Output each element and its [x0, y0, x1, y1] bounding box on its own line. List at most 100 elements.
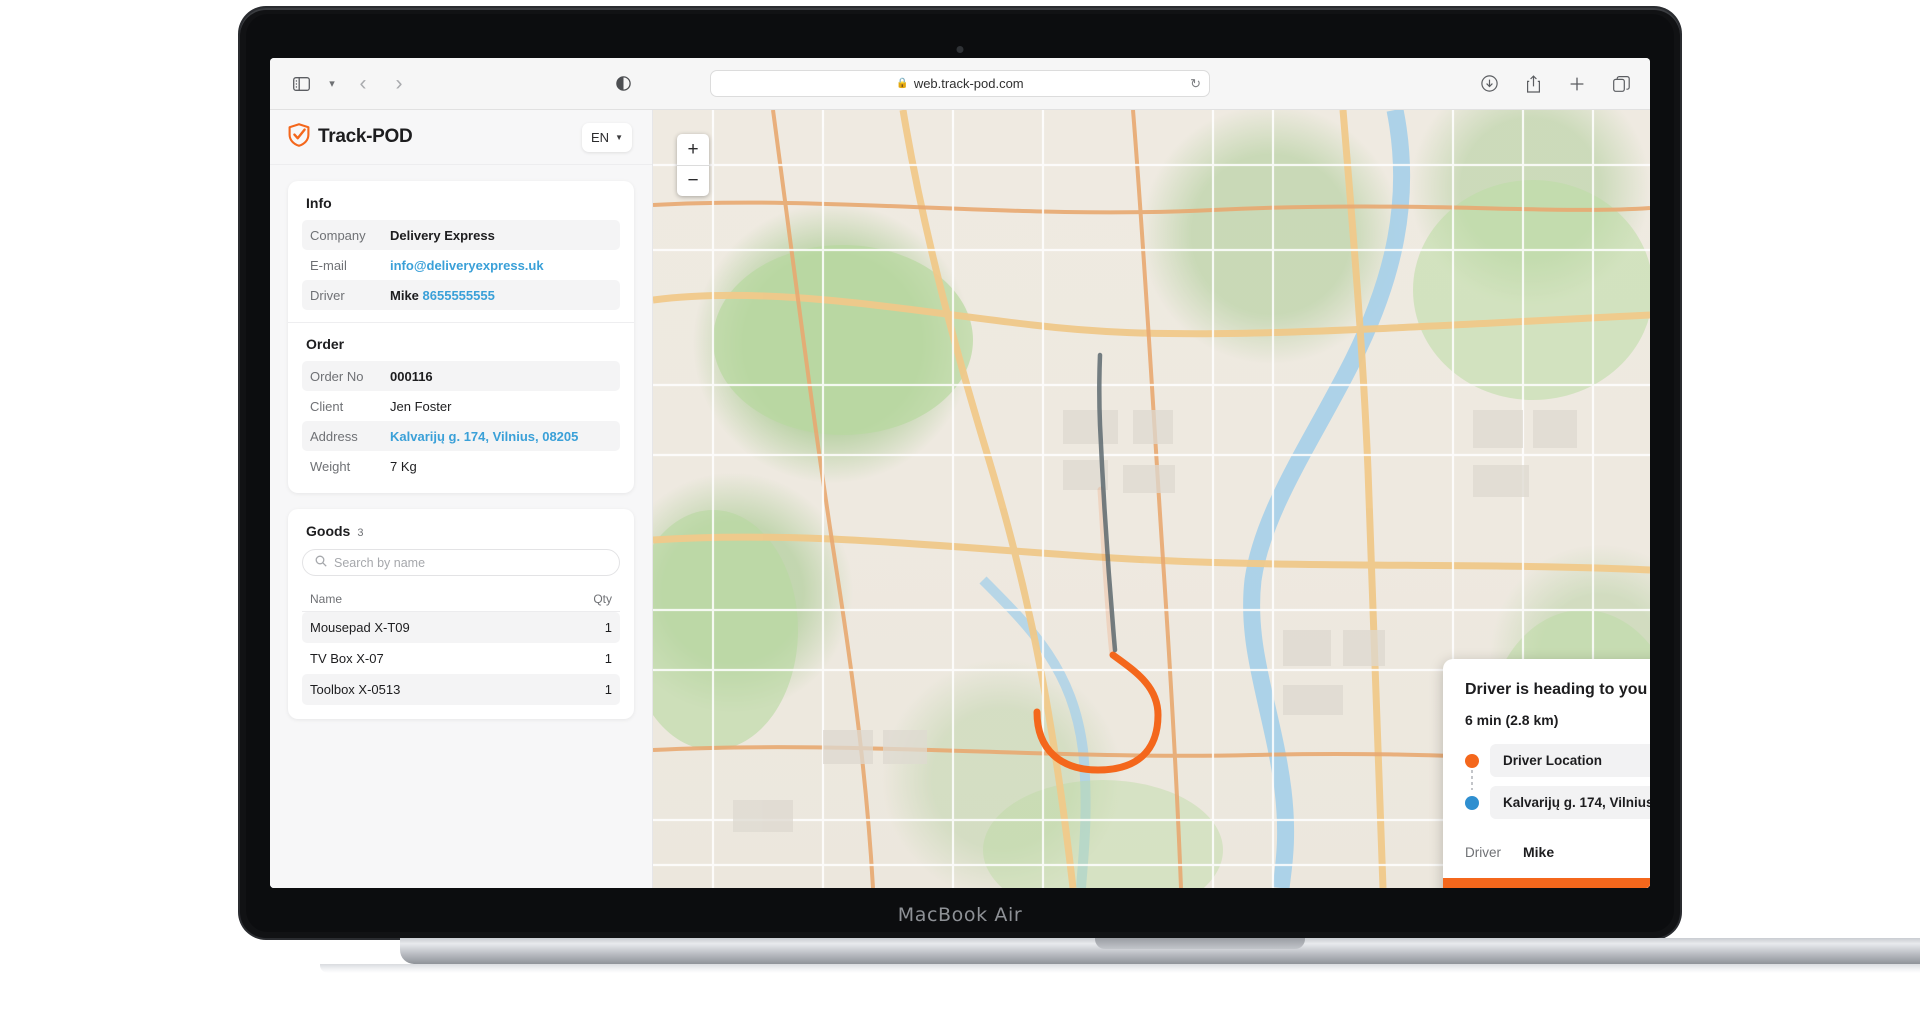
info-order-card: Info Company Delivery Express E-mail inf… [288, 181, 634, 493]
url-text: web.track-pod.com [913, 76, 1024, 91]
map-zoom-controls: + − [677, 134, 709, 196]
popup-title: Driver is heading to you [1465, 681, 1648, 698]
tabs-overview-icon[interactable] [1608, 71, 1634, 97]
brand: Track-POD [288, 122, 413, 152]
browser-toolbar: ▾ ‹ › 🔒 web.track-pod.com ↻ [270, 58, 1650, 110]
laptop-base [400, 938, 1920, 964]
email-link[interactable]: info@deliveryexpress.uk [390, 258, 544, 273]
address-bar[interactable]: 🔒 web.track-pod.com ↻ [710, 70, 1210, 97]
goods-qty: 1 [604, 682, 612, 697]
goods-search-wrap [288, 549, 634, 586]
browser-toolbar-right [1476, 71, 1634, 97]
sidebar-chevron-down-icon[interactable]: ▾ [324, 77, 340, 90]
macbook-frame: MacBook Air ▾ ‹ › 🔒 web.track-pod.com ↻ … [240, 8, 1920, 973]
language-selector[interactable]: EN ▼ [582, 122, 632, 152]
goods-name: Mousepad X-T09 [310, 620, 410, 635]
brand-name: Track-POD [318, 126, 413, 147]
goods-header: Goods 3 [288, 509, 634, 549]
search-icon [315, 554, 327, 572]
reader-mode-icon[interactable] [610, 71, 636, 97]
table-row[interactable]: TV Box X-07 1 [302, 643, 620, 674]
table-row[interactable]: Toolbox X-0513 1 [302, 674, 620, 705]
popup-route: Driver Location Kalvarijų g. 174, Vilniu… [1443, 728, 1650, 834]
row-value: 000116 [390, 368, 433, 384]
row-key: Company [310, 227, 366, 243]
order-table: Order No 000116 Client Jen Foster Addres… [288, 361, 634, 493]
row-key: Driver [310, 287, 345, 303]
screenshot-root: MacBook Air ▾ ‹ › 🔒 web.track-pod.com ↻ … [0, 0, 1920, 1029]
goods-table-header: Name Qty [302, 586, 620, 612]
goods-card: Goods 3 Search by name Name Qty Mousepad… [288, 509, 634, 719]
route-stop-destination: Kalvarijų g. 174, Vilnius, 08205 [1465, 786, 1650, 819]
row-value: Mike 8655555555 [390, 288, 495, 303]
lock-icon: 🔒 [896, 77, 909, 89]
info-section-title: Info [306, 195, 332, 211]
browser-window: ▾ ‹ › 🔒 web.track-pod.com ↻ Track-POD EN… [270, 58, 1650, 888]
order-row-address: Address Kalvarijų g. 174, Vilnius, 08205 [302, 421, 620, 451]
info-row-driver: Driver Mike 8655555555 [302, 280, 620, 310]
row-key: Client [310, 398, 344, 414]
driver-phone-link[interactable]: 8655555555 [423, 288, 495, 303]
popup-eta: 6 min (2.8 km) [1465, 712, 1559, 728]
column-header-qty: Qty [593, 591, 612, 606]
row-key: Weight [310, 458, 351, 474]
back-button[interactable]: ‹ [350, 72, 376, 96]
forward-button[interactable]: › [386, 72, 412, 96]
goods-table: Name Qty Mousepad X-T09 1 TV Box X-07 1 … [288, 586, 634, 719]
destination-dot-icon [1465, 795, 1479, 810]
goods-count: 3 [357, 527, 364, 539]
address-link[interactable]: Kalvarijų g. 174, Vilnius, 08205 [390, 429, 578, 444]
table-row[interactable]: Mousepad X-T09 1 [302, 612, 620, 643]
sidebar-toggle-icon[interactable] [288, 71, 314, 97]
info-row-company: Company Delivery Express [302, 220, 620, 250]
details-sidebar: Track-POD EN ▼ Info Company Delivery Exp… [270, 110, 653, 888]
sidebar-scroll-area[interactable]: Info Company Delivery Express E-mail inf… [270, 165, 652, 888]
map-zoom-in-button[interactable]: + [677, 134, 709, 165]
row-key: E-mail [310, 257, 347, 273]
goods-qty: 1 [604, 620, 612, 635]
language-value: EN [591, 129, 610, 145]
row-value: Jen Foster [390, 398, 452, 414]
route-stop-label: Driver Location [1490, 744, 1650, 777]
row-value: Delivery Express [390, 227, 495, 243]
laptop-foot [320, 964, 1920, 973]
download-icon[interactable] [1476, 71, 1502, 97]
info-row-email: E-mail info@deliveryexpress.uk [302, 250, 620, 280]
goods-title: Goods [306, 523, 351, 539]
track-pod-shield-check-icon [288, 122, 310, 152]
chevron-down-icon: ▼ [615, 132, 623, 142]
goods-qty: 1 [604, 651, 612, 666]
column-header-name: Name [310, 591, 343, 606]
call-driver-button[interactable]: Call Driver [1443, 878, 1650, 888]
order-row-client: Client Jen Foster [302, 391, 620, 421]
map[interactable]: + − 6 min 2.8 km Kalvarijų g. 174, Viln.… [653, 110, 1650, 888]
popup-driver-value: Mike [1523, 844, 1555, 860]
new-tab-plus-icon[interactable] [1564, 71, 1590, 97]
route-stop-label: Kalvarijų g. 174, Vilnius, 08205 [1490, 786, 1650, 819]
row-key: Order No [310, 368, 364, 384]
row-value: 7 Kg [390, 458, 417, 474]
goods-name: TV Box X-07 [310, 651, 384, 666]
popup-driver-key: Driver [1465, 844, 1501, 860]
row-key: Address [310, 428, 358, 444]
device-label: MacBook Air [897, 904, 1023, 926]
info-table: Company Delivery Express E-mail info@del… [288, 220, 634, 322]
driver-location-dot-icon [1465, 753, 1479, 768]
webcam-icon [956, 46, 964, 53]
reload-icon[interactable]: ↻ [1190, 76, 1201, 92]
order-section-title: Order [288, 322, 634, 361]
order-row-order-no: Order No 000116 [302, 361, 620, 391]
search-input[interactable] [334, 555, 607, 570]
popup-driver-row: Driver Mike [1443, 834, 1650, 878]
driver-popup-panel: Driver is heading to you 6 min (2.8 km) … [1443, 659, 1650, 888]
laptop-lid: MacBook Air ▾ ‹ › 🔒 web.track-pod.com ↻ … [240, 8, 1680, 938]
goods-search-box[interactable] [302, 549, 620, 576]
order-row-weight: Weight 7 Kg [302, 451, 620, 481]
goods-name: Toolbox X-0513 [310, 682, 401, 697]
app-header: Track-POD EN ▼ [270, 110, 652, 165]
route-stop-origin: Driver Location [1465, 744, 1650, 777]
map-zoom-out-button[interactable]: − [677, 165, 709, 196]
app-root: Track-POD EN ▼ Info Company Delivery Exp… [270, 110, 1650, 888]
driver-name: Mike [390, 287, 419, 303]
share-icon[interactable] [1520, 71, 1546, 97]
